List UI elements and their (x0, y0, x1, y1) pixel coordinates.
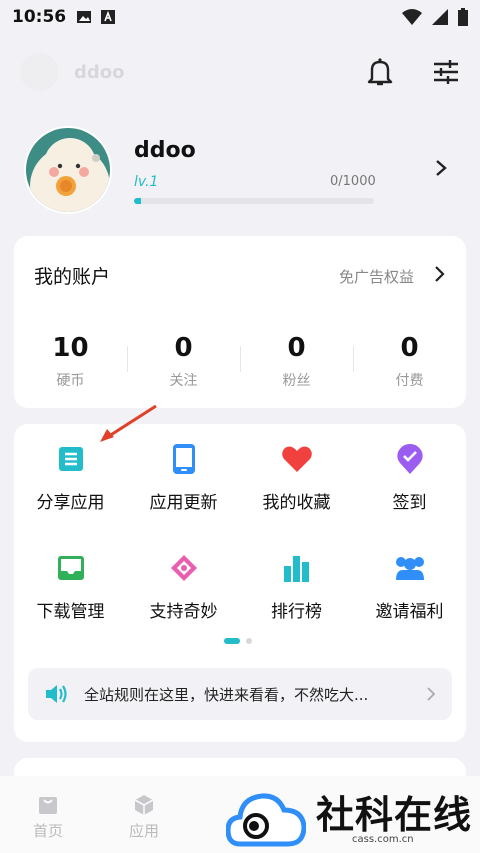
page-dot (246, 638, 252, 644)
support-gift-icon (167, 551, 201, 585)
signal-icon (432, 9, 448, 25)
watermark-domain: cass.com.cn (352, 834, 414, 845)
stat-label: 付费 (395, 373, 424, 389)
exp-progress-bar (134, 198, 374, 204)
menu-label: 邀请福利 (375, 602, 444, 622)
home-icon (39, 797, 57, 814)
battery-icon (458, 8, 468, 26)
stat-label: 关注 (169, 373, 198, 389)
menu-label: 支持奇妙 (149, 602, 218, 622)
exp-text: 0/1000 (330, 174, 376, 189)
chevron-right-icon[interactable] (434, 264, 446, 284)
nav-home[interactable]: 首页 (0, 776, 96, 853)
menu-label: 应用更新 (149, 493, 218, 513)
menu-download-manager[interactable]: 下载管理 (14, 551, 127, 622)
nav-label: 应用 (128, 822, 159, 840)
invite-users-icon (393, 551, 427, 585)
top-bar: ddoo (0, 44, 480, 100)
menu-support[interactable]: 支持奇妙 (127, 551, 240, 622)
bell-icon[interactable] (366, 57, 394, 87)
notice-text: 全站规则在这里，快进来看看，不然吃大... (84, 685, 369, 704)
stat-coins[interactable]: 10 硬币 (14, 332, 127, 390)
menu-invite-rewards[interactable]: 邀请福利 (353, 551, 466, 622)
chevron-right-icon[interactable] (426, 686, 436, 702)
ad-free-rights-link[interactable]: 免广告权益 (339, 266, 414, 287)
feature-grid: 分享应用 应用更新 我的收藏 签到 下载管理 支持奇妙 排行榜 邀请福利 (14, 442, 466, 622)
menu-app-update[interactable]: 应用更新 (127, 442, 240, 513)
stat-label: 硬币 (56, 373, 85, 389)
speaker-icon (46, 685, 67, 703)
menu-label: 下载管理 (36, 602, 105, 622)
menu-share-app[interactable]: 分享应用 (14, 442, 127, 513)
menu-check-in[interactable]: 签到 (353, 442, 466, 513)
page-dot-active (224, 638, 240, 644)
stat-value: 0 (174, 333, 193, 363)
nav-label: 首页 (32, 822, 63, 840)
username: ddoo (134, 138, 196, 163)
wifi-icon (402, 9, 422, 25)
cloud-eye-logo-icon (226, 793, 306, 847)
feature-menu-card: 分享应用 应用更新 我的收藏 签到 下载管理 支持奇妙 排行榜 邀请福利 全站规… (14, 424, 466, 742)
menu-ranking[interactable]: 排行榜 (240, 551, 353, 622)
image-notification-icon (77, 11, 92, 23)
stat-value: 0 (400, 333, 419, 363)
rules-notice-bar[interactable]: 全站规则在这里，快进来看看，不然吃大... (28, 668, 452, 720)
ranking-bars-icon (280, 551, 314, 585)
watermark-title: 社科在线 (316, 792, 473, 837)
checkin-badge-icon (393, 442, 427, 476)
site-watermark: 社科在线 cass.com.cn (226, 782, 476, 852)
exp-progress-fill (134, 198, 142, 204)
phone-icon (167, 442, 201, 476)
user-level: lv.1 (134, 174, 159, 190)
page-indicator (224, 638, 252, 644)
status-time: 10:56 (12, 7, 67, 27)
apps-cube-icon (134, 795, 154, 815)
stat-fans[interactable]: 0 粉丝 (240, 332, 353, 390)
nav-apps[interactable]: 应用 (96, 776, 192, 853)
collapsed-username: ddoo (74, 61, 125, 83)
avatar[interactable] (24, 126, 112, 214)
share-doc-icon (54, 442, 88, 476)
menu-label: 分享应用 (36, 493, 105, 513)
heart-icon (280, 442, 314, 476)
account-title: 我的账户 (34, 266, 111, 288)
avatar-mooncake-image (26, 128, 110, 212)
account-stats: 10 硬币 0 关注 0 粉丝 0 付费 (14, 332, 466, 390)
menu-label: 签到 (392, 493, 427, 513)
collapsed-avatar (20, 53, 58, 91)
menu-my-favorites[interactable]: 我的收藏 (240, 442, 353, 513)
stat-following[interactable]: 0 关注 (127, 332, 240, 390)
settings-sliders-icon[interactable] (432, 59, 460, 85)
menu-label: 排行榜 (271, 602, 322, 622)
status-bar: 10:56 (0, 0, 480, 34)
annotation-arrow-icon (100, 404, 157, 442)
font-notification-icon (101, 10, 116, 24)
menu-label: 我的收藏 (262, 493, 331, 513)
account-card: 我的账户 免广告权益 10 硬币 0 关注 0 粉丝 0 付费 (14, 236, 466, 408)
stat-label: 粉丝 (282, 373, 311, 389)
download-tray-icon (54, 551, 88, 585)
profile-header[interactable]: ddoo lv.1 0/1000 (24, 126, 460, 216)
stat-value: 0 (287, 333, 306, 363)
stat-paid[interactable]: 0 付费 (353, 332, 466, 390)
chevron-right-icon[interactable] (434, 158, 448, 178)
stat-value: 10 (52, 333, 89, 363)
